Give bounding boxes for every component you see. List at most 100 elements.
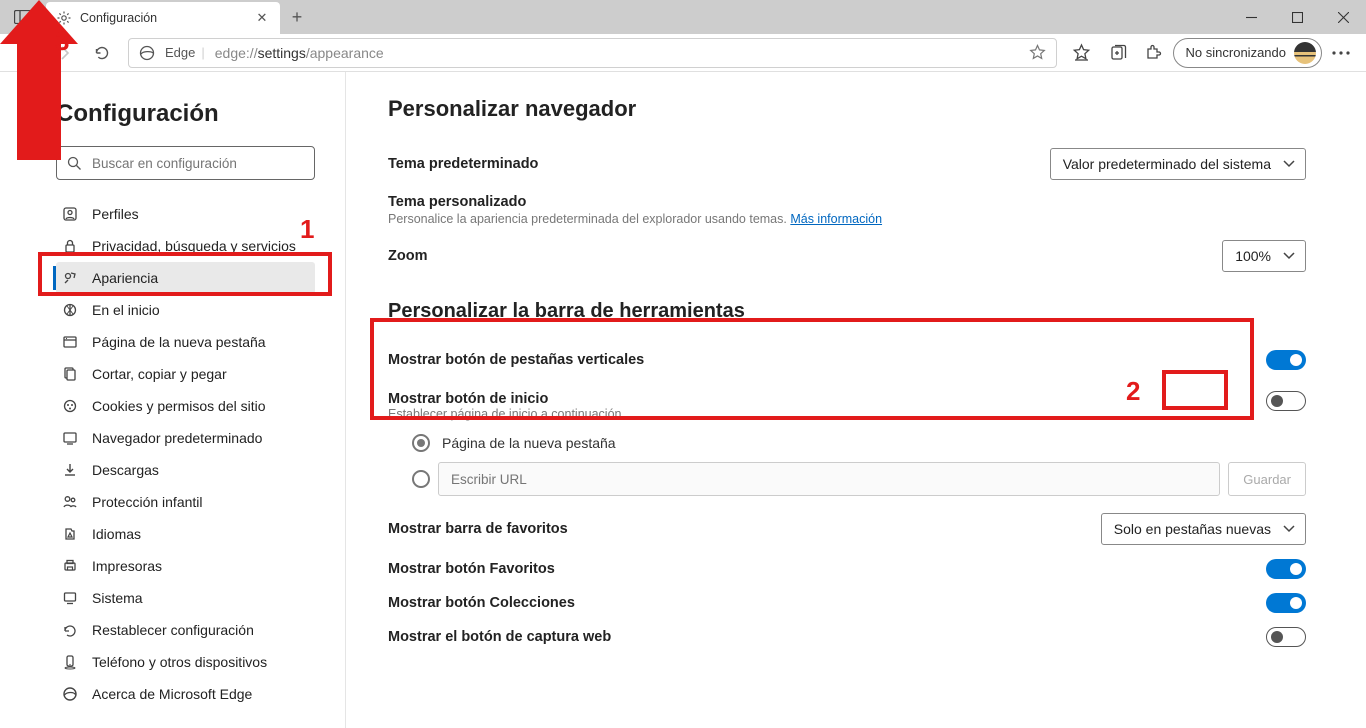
sidebar-item-6[interactable]: Cookies y permisos del sitio (56, 390, 315, 422)
omnibox[interactable]: Edge| edge://settings/appearance (128, 38, 1057, 68)
sidebar-icon (62, 654, 78, 670)
sidebar-icon (62, 398, 78, 414)
more-button[interactable] (1324, 37, 1358, 69)
sidebar-icon (62, 494, 78, 510)
new-tab-button[interactable]: + (280, 0, 314, 34)
close-icon[interactable]: ✕ (254, 10, 270, 26)
home-button-hint: Establecer página de inicio a continuaci… (388, 407, 622, 421)
sidebar-icon (62, 206, 78, 222)
favorites-button[interactable] (1065, 37, 1099, 69)
sidebar-item-label: Idiomas (92, 526, 141, 542)
coll-btn-label: Mostrar botón Colecciones (388, 595, 575, 611)
sidebar-item-1[interactable]: Privacidad, búsqueda y servicios (56, 230, 315, 262)
default-theme-dropdown[interactable]: Valor predeterminado del sistema (1050, 148, 1306, 180)
sidebar-icon (62, 526, 78, 542)
profile-sync-button[interactable]: No sincronizando (1173, 38, 1322, 68)
back-button (8, 37, 44, 69)
settings-search[interactable] (56, 146, 315, 180)
sidebar-item-8[interactable]: Descargas (56, 454, 315, 486)
sidebar-item-label: Descargas (92, 462, 159, 478)
coll-btn-toggle[interactable] (1266, 593, 1306, 613)
gear-icon (56, 10, 72, 26)
sidebar-item-13[interactable]: Restablecer configuración (56, 614, 315, 646)
favorites-bar-label: Mostrar barra de favoritos (388, 521, 568, 537)
sidebar-item-label: En el inicio (92, 302, 160, 318)
sidebar-item-label: Sistema (92, 590, 143, 606)
home-button-toggle[interactable] (1266, 391, 1306, 411)
search-icon (67, 156, 82, 171)
sidebar-item-label: Navegador predeterminado (92, 430, 262, 446)
sidebar-icon (62, 462, 78, 478)
sidebar-item-5[interactable]: Cortar, copiar y pegar (56, 358, 315, 390)
radio-newtab[interactable] (412, 434, 430, 452)
settings-sidebar: Configuración Perfiles Privacidad, búsque… (0, 72, 346, 728)
sidebar-item-12[interactable]: Sistema (56, 582, 315, 614)
sidebar-item-9[interactable]: Protección infantil (56, 486, 315, 518)
fav-btn-label: Mostrar botón Favoritos (388, 561, 555, 577)
save-button: Guardar (1228, 462, 1306, 496)
extensions-button[interactable] (1137, 37, 1171, 69)
sidebar-icon (62, 590, 78, 606)
sidebar-icon (62, 622, 78, 638)
sidebar-item-label: Cortar, copiar y pegar (92, 366, 227, 382)
collections-button[interactable] (1101, 37, 1135, 69)
chevron-down-icon (1283, 525, 1295, 533)
forward-button (46, 37, 82, 69)
zoom-dropdown[interactable]: 100% (1222, 240, 1306, 272)
sidebar-title: Configuración (56, 100, 315, 128)
window-close-button[interactable] (1320, 0, 1366, 34)
sidebar-item-4[interactable]: Página de la nueva pestaña (56, 326, 315, 358)
zoom-label: Zoom (388, 248, 427, 264)
sidebar-icon (62, 334, 78, 350)
sidebar-item-3[interactable]: En el inicio (56, 294, 315, 326)
favorites-bar-dropdown[interactable]: Solo en pestañas nuevas (1101, 513, 1306, 545)
sidebar-item-11[interactable]: Impresoras (56, 550, 315, 582)
omnibox-edge-label: Edge (165, 45, 195, 60)
custom-theme-label: Tema personalizado (388, 194, 1306, 210)
sidebar-item-7[interactable]: Navegador predeterminado (56, 422, 315, 454)
sidebar-item-label: Privacidad, búsqueda y servicios (92, 238, 296, 254)
vertical-tabs-toggle[interactable] (1266, 350, 1306, 370)
address-bar: Edge| edge://settings/appearance No sinc… (0, 34, 1366, 72)
vertical-tabs-button[interactable] (0, 0, 46, 34)
home-button-label: Mostrar botón de inicio (388, 391, 622, 407)
refresh-button[interactable] (84, 37, 120, 69)
maximize-button[interactable] (1274, 0, 1320, 34)
sidebar-icon (62, 302, 78, 318)
sidebar-item-14[interactable]: Teléfono y otros dispositivos (56, 646, 315, 678)
minimize-button[interactable] (1228, 0, 1274, 34)
fav-btn-toggle[interactable] (1266, 559, 1306, 579)
sidebar-icon (62, 686, 78, 702)
radio-url[interactable] (412, 470, 430, 488)
chevron-down-icon (1283, 252, 1295, 260)
avatar-icon (1294, 42, 1316, 64)
capture-btn-toggle[interactable] (1266, 627, 1306, 647)
tab-title: Configuración (80, 11, 254, 25)
favorite-star-icon[interactable] (1029, 44, 1046, 61)
sidebar-item-label: Acerca de Microsoft Edge (92, 686, 252, 702)
sidebar-item-label: Perfiles (92, 206, 139, 222)
radio-newtab-label: Página de la nueva pestaña (442, 435, 616, 451)
edge-logo-icon (139, 45, 155, 61)
section-customize-browser: Personalizar navegador (388, 96, 1306, 122)
sidebar-item-2[interactable]: Apariencia (56, 262, 315, 294)
title-bar: Configuración ✕ + (0, 0, 1366, 34)
vertical-tabs-label: Mostrar botón de pestañas verticales (388, 352, 644, 368)
settings-main: Personalizar navegador Tema predetermina… (346, 72, 1366, 728)
settings-search-input[interactable] (92, 156, 304, 171)
sidebar-item-label: Cookies y permisos del sitio (92, 398, 266, 414)
omnibox-url: edge://settings/appearance (215, 45, 384, 61)
section-toolbar: Personalizar la barra de herramientas (388, 300, 1306, 323)
chevron-down-icon (1283, 160, 1295, 168)
sidebar-icon (62, 270, 78, 286)
sidebar-item-label: Restablecer configuración (92, 622, 254, 638)
sidebar-item-15[interactable]: Acerca de Microsoft Edge (56, 678, 315, 710)
more-info-link[interactable]: Más información (790, 212, 882, 226)
sidebar-item-label: Protección infantil (92, 494, 203, 510)
sidebar-item-10[interactable]: Idiomas (56, 518, 315, 550)
capture-btn-label: Mostrar el botón de captura web (388, 629, 611, 645)
sidebar-item-label: Página de la nueva pestaña (92, 334, 266, 350)
browser-tab[interactable]: Configuración ✕ (46, 2, 280, 34)
sidebar-item-0[interactable]: Perfiles (56, 198, 315, 230)
custom-theme-desc: Personalice la apariencia predeterminada… (388, 212, 1306, 226)
